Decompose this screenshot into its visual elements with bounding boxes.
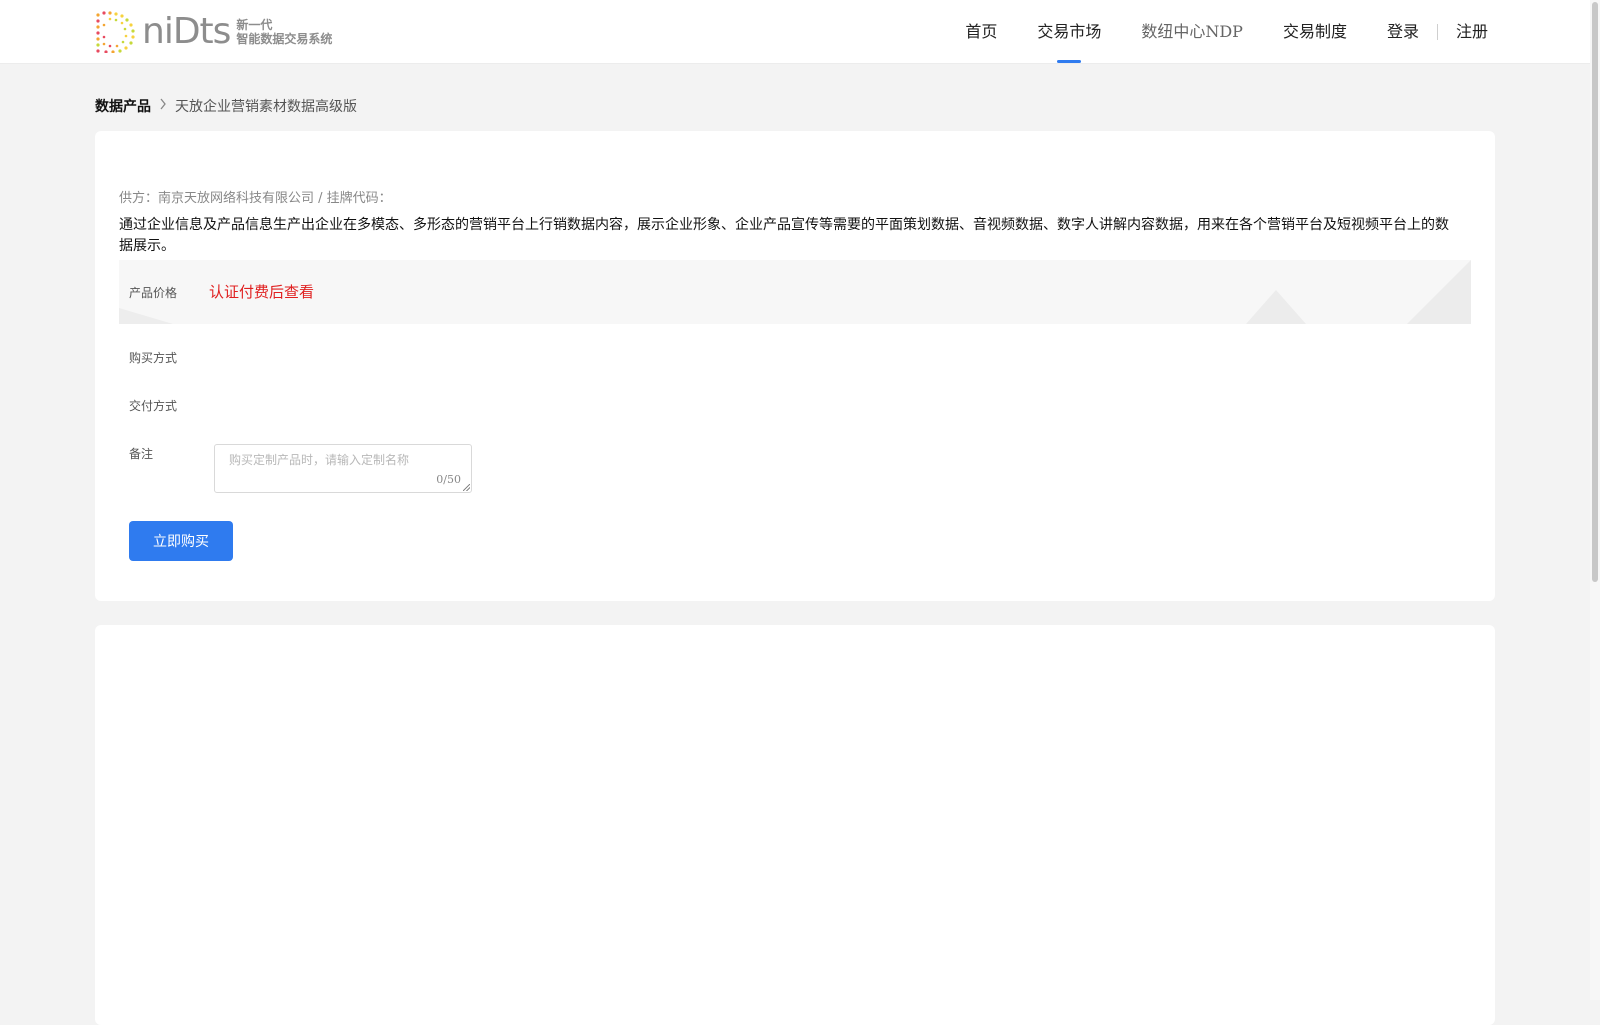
supplier-info: 供方：南京天放网络科技有限公司 / 挂牌代码： — [119, 191, 392, 206]
scrollbar-thumb[interactable] — [1592, 2, 1598, 582]
nav-divider — [1436, 23, 1438, 40]
note-label: 备注 — [129, 447, 154, 461]
logo-tagline-line1: 新一代 — [236, 18, 273, 32]
logo-tagline-line2: 智能数据交易系统 — [236, 32, 333, 46]
note-char-count: 0/50 — [436, 473, 461, 486]
logo-tagline: 新一代 智能数据交易系统 — [236, 18, 332, 46]
price-panel-decoration-mid — [1246, 290, 1306, 324]
logo-d-icon — [96, 11, 135, 53]
logo-wordmark: niDts — [142, 11, 231, 52]
product-detail-card: 供方：南京天放网络科技有限公司 / 挂牌代码： 通过企业信息及产品信息生产出企业… — [95, 131, 1495, 601]
purchase-method-label: 购买方式 — [129, 351, 178, 365]
product-content-card — [95, 625, 1495, 1025]
note-input[interactable] — [215, 445, 471, 492]
page-scrollbar[interactable] — [1590, 0, 1600, 1000]
note-field: 0/50 — [214, 444, 472, 493]
chevron-right-icon — [159, 98, 167, 114]
price-panel-decoration-left — [119, 308, 173, 324]
resize-handle-icon[interactable] — [463, 484, 470, 491]
register-link[interactable]: 注册 — [1456, 0, 1488, 63]
price-label: 产品价格 — [129, 286, 178, 300]
breadcrumb-current: 天放企业营销素材数据高级版 — [175, 99, 357, 115]
top-header: niDts 新一代 智能数据交易系统 首页 交易市场 数纽中心NDP 交易制度 … — [0, 0, 1590, 64]
nav-trading-rules[interactable]: 交易制度 — [1283, 0, 1347, 63]
nav-data-hub[interactable]: 数纽中心NDP — [1141, 0, 1243, 63]
main-nav: 首页 交易市场 数纽中心NDP 交易制度 登录 注册 — [925, 0, 1488, 63]
buy-now-button[interactable]: 立即购买 — [129, 521, 233, 561]
product-description: 通过企业信息及产品信息生产出企业在多模态、多形态的营销平台上行销数据内容，展示企… — [119, 217, 1449, 254]
nav-home[interactable]: 首页 — [965, 0, 997, 63]
price-panel-decoration-right — [1407, 260, 1471, 324]
price-value: 认证付费后查看 — [209, 283, 315, 301]
breadcrumb-root[interactable]: 数据产品 — [95, 96, 151, 116]
price-panel — [119, 260, 1471, 324]
breadcrumb: 数据产品 天放企业营销素材数据高级版 — [95, 96, 357, 116]
delivery-method-label: 交付方式 — [129, 399, 178, 413]
login-link[interactable]: 登录 — [1387, 0, 1419, 63]
logo[interactable]: niDts 新一代 智能数据交易系统 — [94, 10, 332, 54]
nav-trading-market[interactable]: 交易市场 — [1037, 0, 1101, 63]
